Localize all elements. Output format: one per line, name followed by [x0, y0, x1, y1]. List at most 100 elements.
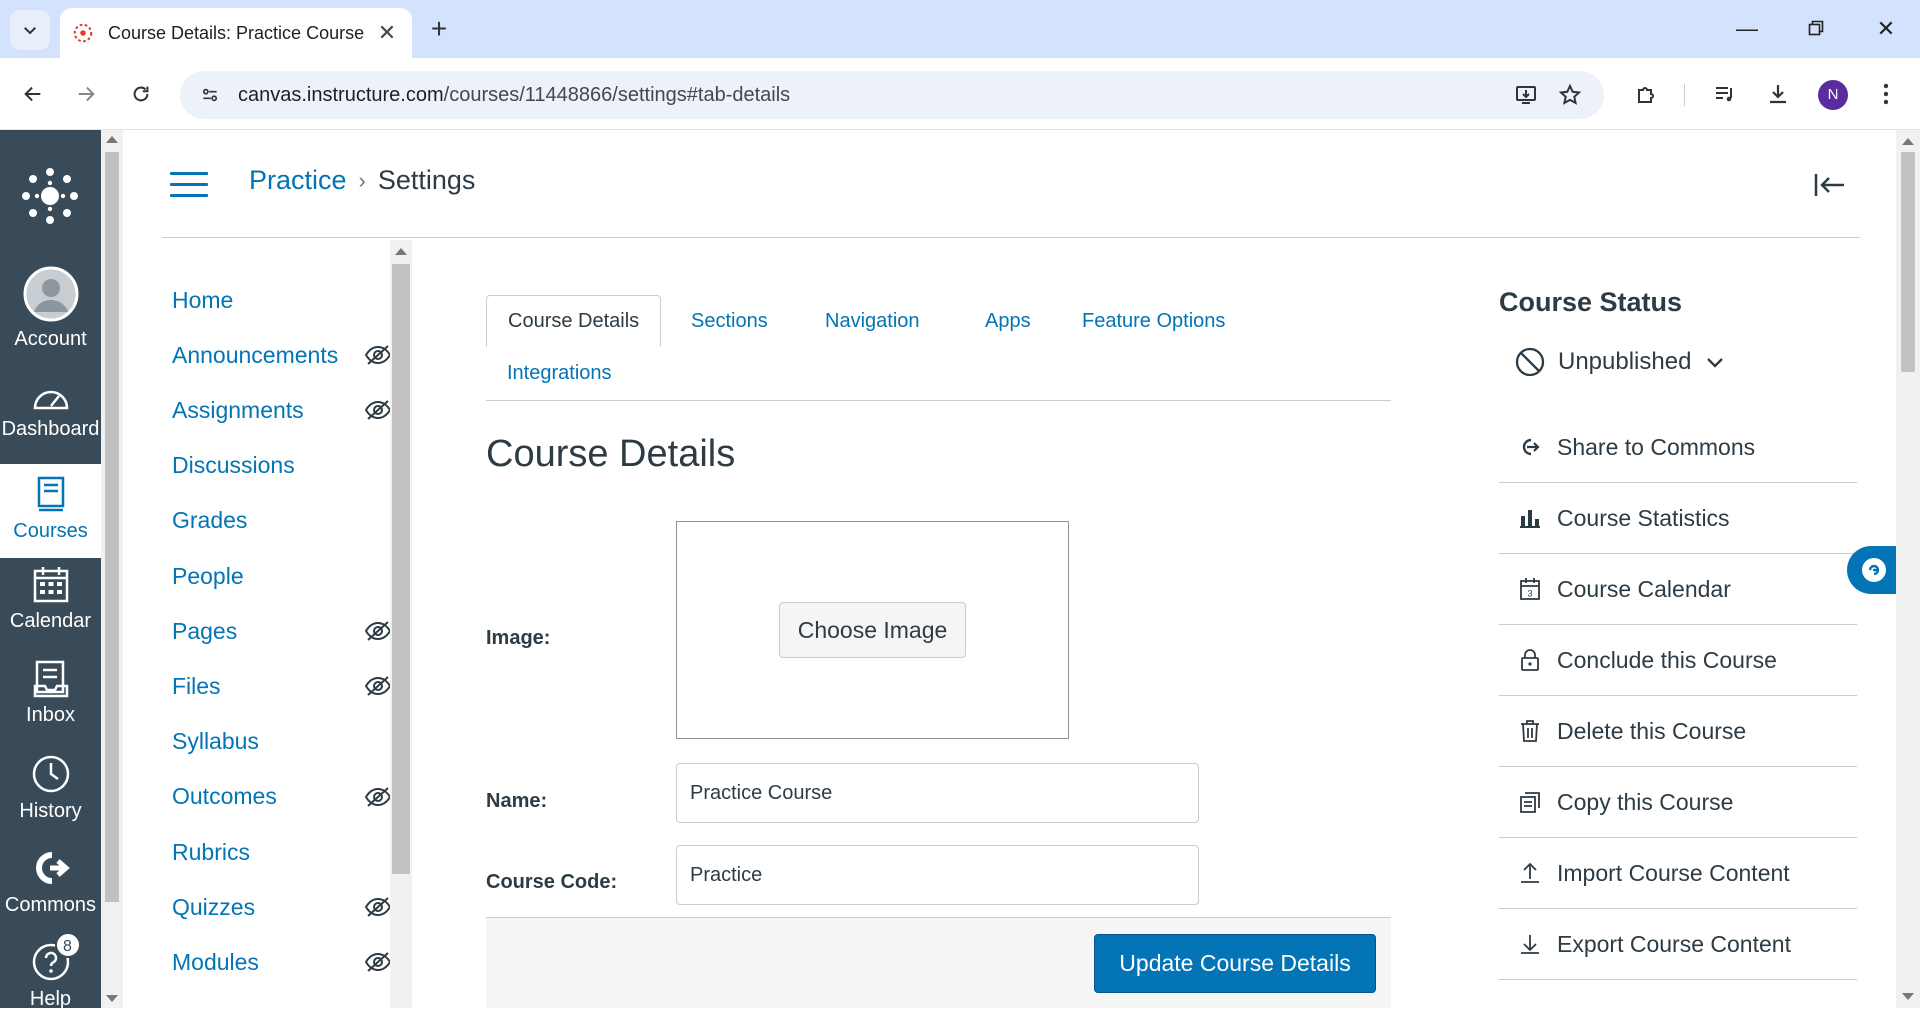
global-nav-help[interactable]: 8 Help	[0, 932, 101, 1036]
extensions-puzzle-icon[interactable]	[1628, 76, 1664, 112]
restore-window-button[interactable]	[1796, 12, 1836, 46]
toolbar-divider	[1684, 84, 1685, 106]
close-tab-icon[interactable]: ✕	[374, 20, 400, 46]
course-nav-item-home[interactable]: Home	[172, 280, 392, 320]
course-nav-scrollbar[interactable]	[390, 240, 412, 1008]
tab-feature-options[interactable]: Feature Options	[1061, 295, 1246, 347]
scroll-up-arrow-icon[interactable]	[106, 136, 118, 143]
global-nav-inbox[interactable]: Inbox	[0, 660, 101, 754]
tab-apps[interactable]: Apps	[964, 295, 1052, 347]
global-nav-history[interactable]: History	[0, 754, 101, 848]
tab-sections[interactable]: Sections	[670, 295, 789, 347]
scroll-up-arrow-icon[interactable]	[1902, 138, 1914, 145]
browser-tab-strip: Course Details: Practice Course ✕ + — ✕	[0, 0, 1920, 58]
sidebar-action-cutoff[interactable]	[1499, 980, 1857, 1008]
scroll-down-arrow-icon[interactable]	[1902, 993, 1914, 1000]
global-nav-commons[interactable]: Commons	[0, 848, 101, 942]
chat-widget-button[interactable]	[1847, 546, 1900, 594]
speedometer-icon	[33, 390, 68, 410]
course-nav-item-announcements[interactable]: Announcements	[172, 335, 392, 375]
course-nav-item-people[interactable]: People	[172, 556, 392, 596]
canvas-logo-icon[interactable]	[20, 166, 80, 226]
course-code-input[interactable]: Practice	[676, 845, 1199, 905]
sidebar-action-label: Course Statistics	[1557, 504, 1730, 531]
sidebar-action-course-calendar[interactable]: 3 Course Calendar	[1499, 554, 1857, 625]
global-nav-dashboard[interactable]: Dashboard	[0, 380, 101, 474]
minimize-window-button[interactable]: —	[1727, 12, 1767, 46]
course-nav-item-grades[interactable]: Grades	[172, 501, 392, 541]
scroll-down-arrow-icon[interactable]	[106, 995, 118, 1002]
chevron-down-icon	[1707, 358, 1724, 368]
course-nav-item-pages[interactable]: Pages	[172, 611, 392, 651]
scroll-up-arrow-icon[interactable]	[395, 248, 407, 255]
scrollbar-thumb[interactable]	[105, 152, 119, 902]
sidebar-action-conclude-this-course[interactable]: Conclude this Course	[1499, 625, 1857, 696]
course-nav-item-quizzes[interactable]: Quizzes	[172, 887, 392, 927]
calendar-icon	[33, 567, 68, 603]
course-nav-item-outcomes[interactable]: Outcomes	[172, 777, 392, 817]
sidebar-action-export-course-content[interactable]: Export Course Content	[1499, 909, 1857, 980]
course-nav-item-discussions[interactable]: Discussions	[172, 446, 392, 486]
sidebar-action-delete-this-course[interactable]: Delete this Course	[1499, 696, 1857, 767]
bar-chart-icon	[1517, 505, 1543, 531]
restore-icon	[1808, 20, 1824, 36]
update-course-details-button[interactable]: Update Course Details	[1094, 934, 1376, 993]
course-nav-item-assignments[interactable]: Assignments	[172, 390, 392, 430]
forward-button[interactable]	[68, 76, 104, 112]
sidebar-action-share-to-commons[interactable]: Share to Commons	[1499, 412, 1857, 483]
profile-avatar[interactable]: N	[1818, 80, 1848, 110]
image-label: Image:	[486, 627, 551, 649]
breadcrumb-course-link[interactable]: Practice	[249, 165, 347, 196]
calendar-icon: 3	[1517, 576, 1543, 602]
tab-course-details[interactable]: Course Details	[486, 295, 662, 347]
course-nav-label: People	[172, 562, 244, 589]
course-name-input[interactable]: Practice Course	[676, 763, 1199, 823]
tab-navigation[interactable]: Navigation	[804, 295, 941, 347]
page-scrollbar[interactable]	[101, 130, 123, 1008]
global-nav-courses[interactable]: Courses	[0, 464, 101, 558]
sidebar-action-copy-this-course[interactable]: Copy this Course	[1499, 767, 1857, 838]
tab-search-button[interactable]	[10, 10, 50, 50]
global-nav-label: Dashboard	[1, 418, 100, 440]
course-nav-item-files[interactable]: Files	[172, 666, 392, 706]
sidebar-action-import-course-content[interactable]: Import Course Content	[1499, 838, 1857, 909]
hidden-eye-icon	[364, 399, 392, 421]
course-nav-label: Outcomes	[172, 783, 277, 810]
bookmark-star-icon[interactable]	[1554, 71, 1586, 119]
sidebar-action-label: Course Calendar	[1557, 575, 1731, 602]
site-info-icon[interactable]	[196, 81, 224, 109]
browser-menu-icon[interactable]	[1868, 76, 1904, 112]
scrollbar-thumb[interactable]	[392, 264, 410, 874]
unpublished-icon	[1515, 347, 1545, 377]
settings-tabs: Course Details Sections Navigation Apps …	[486, 295, 1391, 401]
header-divider	[162, 237, 1860, 238]
tab-integrations[interactable]: Integrations	[486, 347, 633, 399]
course-status-value: Unpublished	[1558, 348, 1692, 375]
sidebar-action-course-statistics[interactable]: Course Statistics	[1499, 483, 1857, 554]
course-nav-item-rubrics[interactable]: Rubrics	[172, 832, 392, 872]
upload-icon	[1517, 860, 1543, 886]
course-nav-label: Pages	[172, 617, 238, 644]
hidden-eye-icon	[364, 675, 392, 697]
course-menu-toggle[interactable]	[170, 172, 208, 200]
media-queue-icon[interactable]	[1707, 76, 1743, 112]
close-window-button[interactable]: ✕	[1866, 12, 1906, 46]
reload-icon	[133, 86, 149, 102]
browser-scrollbar[interactable]	[1896, 130, 1920, 1008]
scrollbar-thumb[interactable]	[1901, 152, 1915, 372]
browser-tab-active[interactable]: Course Details: Practice Course ✕	[60, 8, 412, 58]
collapse-sidebar-button[interactable]	[1812, 170, 1848, 200]
new-tab-button[interactable]: +	[424, 14, 454, 44]
course-status-menu[interactable]: Unpublished	[1514, 342, 1725, 382]
global-nav-account[interactable]: Account	[0, 266, 101, 360]
course-nav-item-modules[interactable]: Modules	[172, 942, 392, 982]
course-nav-item-syllabus[interactable]: Syllabus	[172, 722, 392, 762]
global-nav-calendar[interactable]: Calendar	[0, 566, 101, 660]
choose-image-button[interactable]: Choose Image	[779, 602, 966, 658]
install-app-icon[interactable]	[1510, 71, 1542, 119]
back-button[interactable]	[15, 76, 51, 112]
reload-button[interactable]	[123, 76, 159, 112]
address-bar[interactable]: canvas.instructure.com/courses/11448866/…	[180, 71, 1604, 119]
help-badge: 8	[54, 932, 81, 958]
downloads-icon[interactable]	[1760, 76, 1796, 112]
